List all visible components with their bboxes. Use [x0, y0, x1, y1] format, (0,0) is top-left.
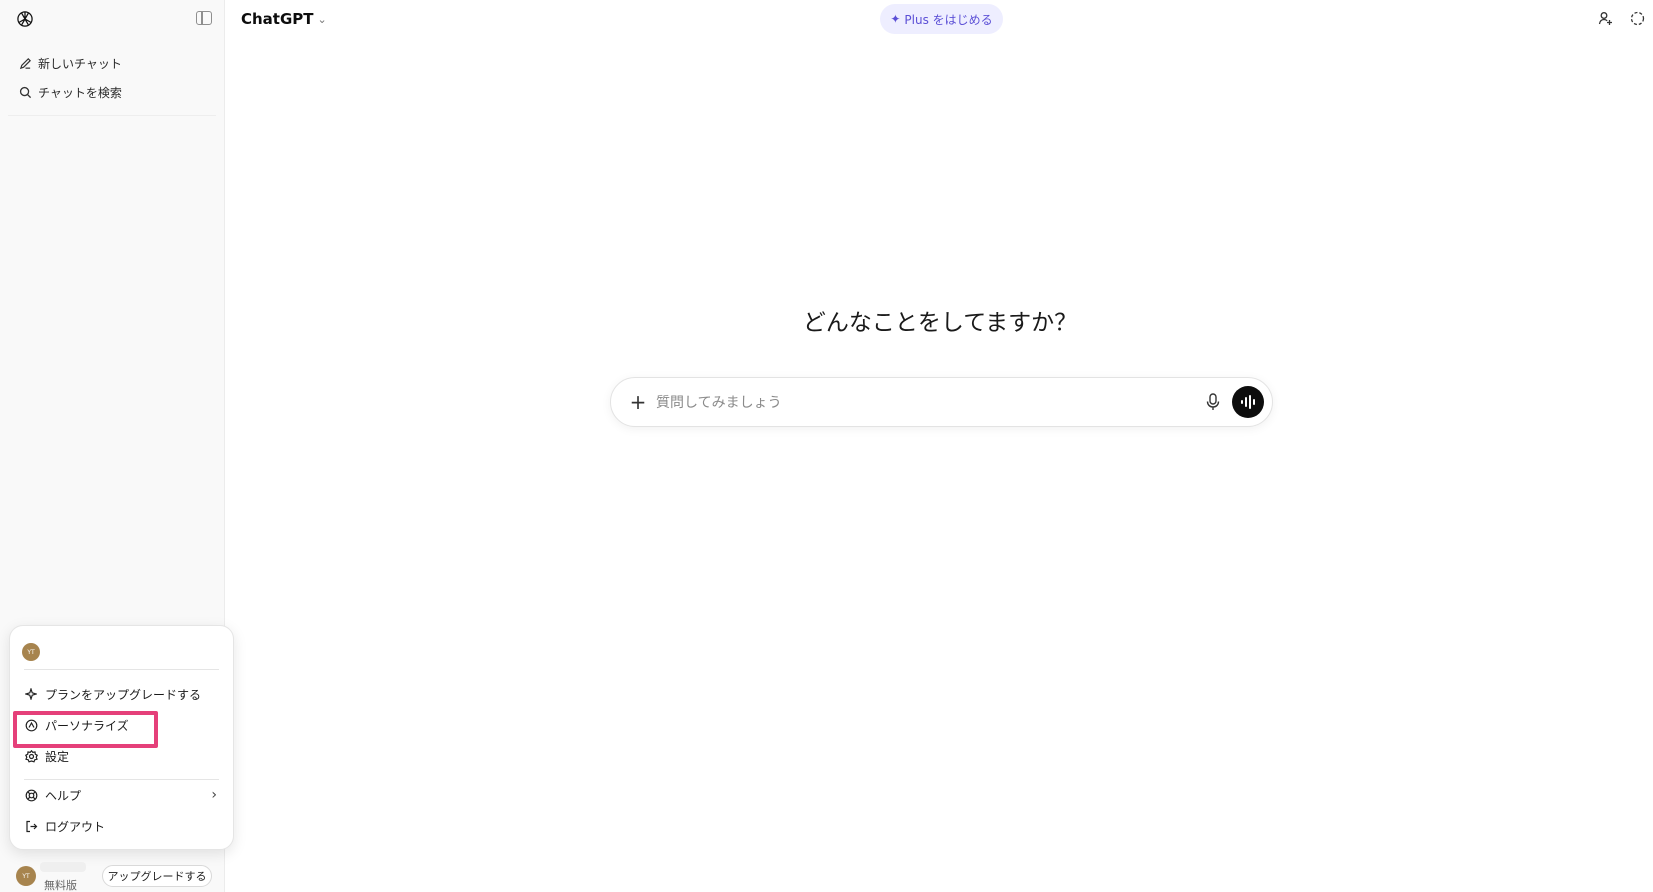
help-label: ヘルプ	[45, 788, 82, 803]
menu-divider	[24, 669, 219, 670]
sidebar-divider	[8, 115, 216, 116]
upgrade-plan-label: プランをアップグレードする	[45, 687, 202, 702]
menu-divider	[24, 779, 219, 780]
help-menu-item[interactable]: ヘルプ ›	[24, 782, 221, 808]
lifebuoy-icon	[24, 788, 38, 802]
microphone-icon[interactable]	[1204, 392, 1222, 412]
sparkle-icon	[24, 687, 38, 701]
logout-icon	[24, 819, 38, 833]
sparkle-icon: ✦	[890, 12, 901, 26]
settings-label: 設定	[45, 749, 70, 764]
temporary-chat-icon[interactable]	[1628, 9, 1646, 27]
waveform-icon	[1241, 395, 1255, 409]
gear-icon	[24, 749, 38, 763]
model-selector[interactable]: ChatGPT ⌄	[241, 8, 327, 30]
personalize-highlight-box	[13, 711, 158, 748]
start-plus-label: Plus をはじめる	[904, 12, 993, 27]
plan-label: 無料版	[44, 879, 77, 892]
search-chats-button[interactable]: チャットを検索	[18, 81, 122, 103]
upgrade-plan-menu-item[interactable]: プランをアップグレードする	[24, 681, 221, 707]
sidebar-toggle-icon[interactable]	[196, 11, 212, 25]
chevron-down-icon: ⌄	[317, 12, 327, 26]
composer: +	[610, 377, 1273, 427]
model-name: ChatGPT	[241, 10, 314, 28]
chevron-right-icon: ›	[211, 787, 217, 803]
user-avatar[interactable]: YT	[16, 866, 36, 886]
attach-plus-icon[interactable]: +	[628, 391, 648, 413]
logout-menu-item[interactable]: ログアウト	[24, 813, 221, 839]
add-person-icon[interactable]	[1596, 9, 1614, 27]
search-chats-label: チャットを検索	[38, 85, 122, 100]
upgrade-button[interactable]: アップグレードする	[102, 865, 212, 887]
menu-avatar: YT	[22, 643, 40, 661]
openai-logo-icon[interactable]	[15, 9, 35, 29]
search-icon	[18, 85, 32, 99]
start-plus-button[interactable]: ✦ Plus をはじめる	[880, 4, 1003, 34]
user-name-redacted	[40, 862, 86, 872]
logout-label: ログアウト	[45, 819, 106, 834]
new-chat-button[interactable]: 新しいチャット	[18, 52, 122, 74]
message-input[interactable]	[656, 390, 1176, 416]
new-chat-icon	[18, 56, 32, 70]
voice-mode-button[interactable]	[1232, 386, 1264, 418]
new-chat-label: 新しいチャット	[38, 56, 122, 71]
page-heading: どんなことをしてますか？	[802, 310, 1078, 336]
